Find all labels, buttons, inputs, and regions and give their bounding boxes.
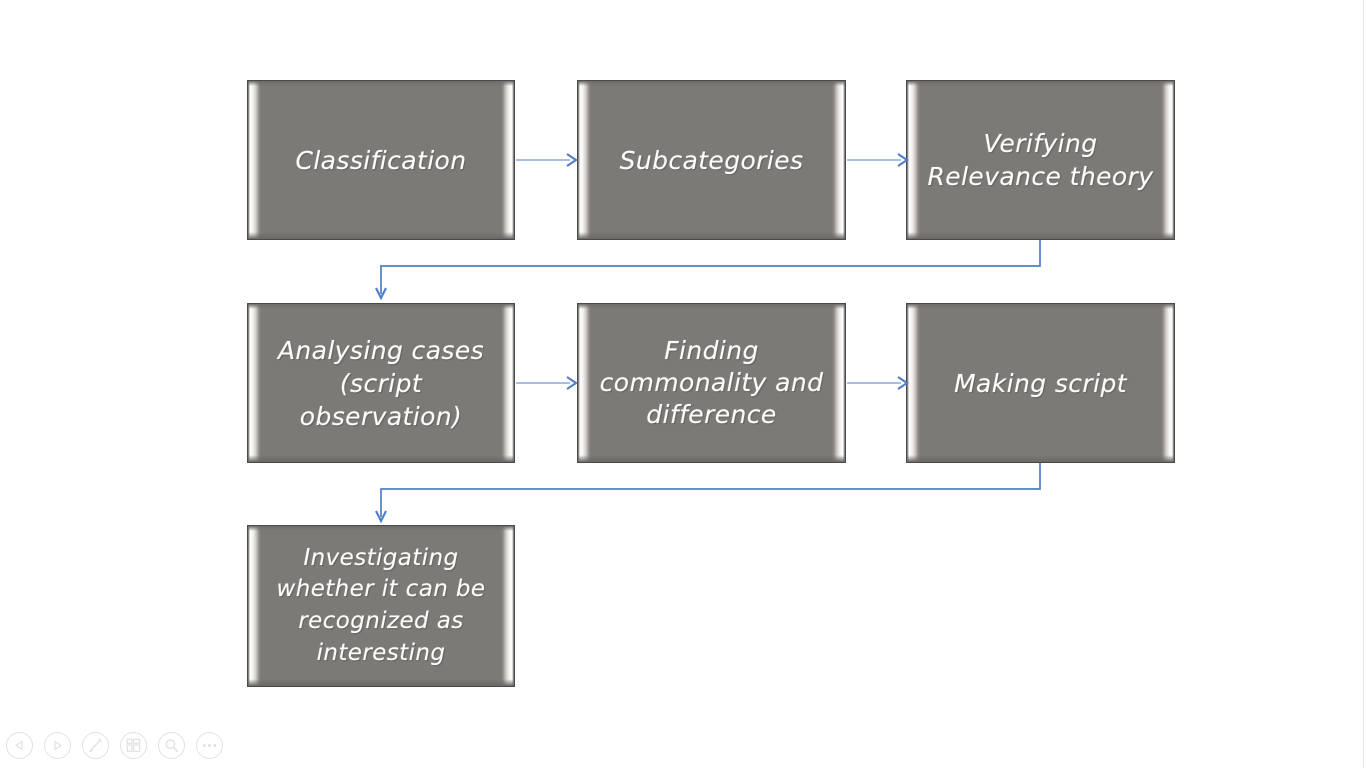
flow-box-label: Subcategories [619, 145, 804, 175]
flow-box-classification[interactable]: Classification [247, 80, 515, 240]
slide-right-edge-rule [1363, 0, 1364, 768]
grid-slides-icon [126, 738, 141, 753]
connector-classification-to-subcategories [516, 150, 578, 170]
connector-subcategories-to-verifying [847, 150, 909, 170]
flow-box-label: Classification [295, 145, 467, 175]
flow-box-investigating-interesting[interactable]: Investigating whether it can be recogniz… [247, 525, 515, 687]
flow-box-label: Finding commonality and difference [599, 336, 824, 429]
flow-box-label: Verifying Relevance theory [927, 129, 1154, 191]
connector-analysing-to-finding [516, 373, 578, 393]
magnifier-icon [164, 738, 179, 753]
flow-box-making-script[interactable]: Making script [906, 303, 1175, 463]
flow-box-label: Investigating whether it can be recogniz… [276, 544, 486, 666]
next-slide-button[interactable] [44, 731, 71, 759]
connector-making-script-to-investigating [375, 461, 1046, 529]
connector-verifying-to-analysing [375, 238, 1046, 306]
all-slides-button[interactable] [120, 731, 147, 759]
previous-slide-button[interactable] [6, 731, 33, 759]
flow-box-finding-commonality[interactable]: Finding commonality and difference [577, 303, 846, 463]
flow-box-label: Making script [954, 368, 1127, 398]
connector-finding-to-making-script [847, 373, 909, 393]
triangle-left-icon [13, 739, 26, 752]
slide-stage: Classification Subcategories Verifying R… [0, 0, 1366, 768]
flow-box-subcategories[interactable]: Subcategories [577, 80, 846, 240]
more-options-button[interactable] [196, 731, 223, 759]
pen-tool-button[interactable] [82, 731, 109, 759]
ellipsis-icon [201, 742, 218, 749]
flow-box-analysing-cases[interactable]: Analysing cases (script observation) [247, 303, 515, 463]
presenter-toolbar [6, 728, 223, 762]
triangle-right-icon [51, 739, 64, 752]
pen-icon [87, 737, 104, 754]
zoom-slide-button[interactable] [158, 731, 185, 759]
flow-box-verifying-relevance-theory[interactable]: Verifying Relevance theory [906, 80, 1175, 240]
flow-box-label: Analysing cases (script observation) [277, 335, 485, 431]
